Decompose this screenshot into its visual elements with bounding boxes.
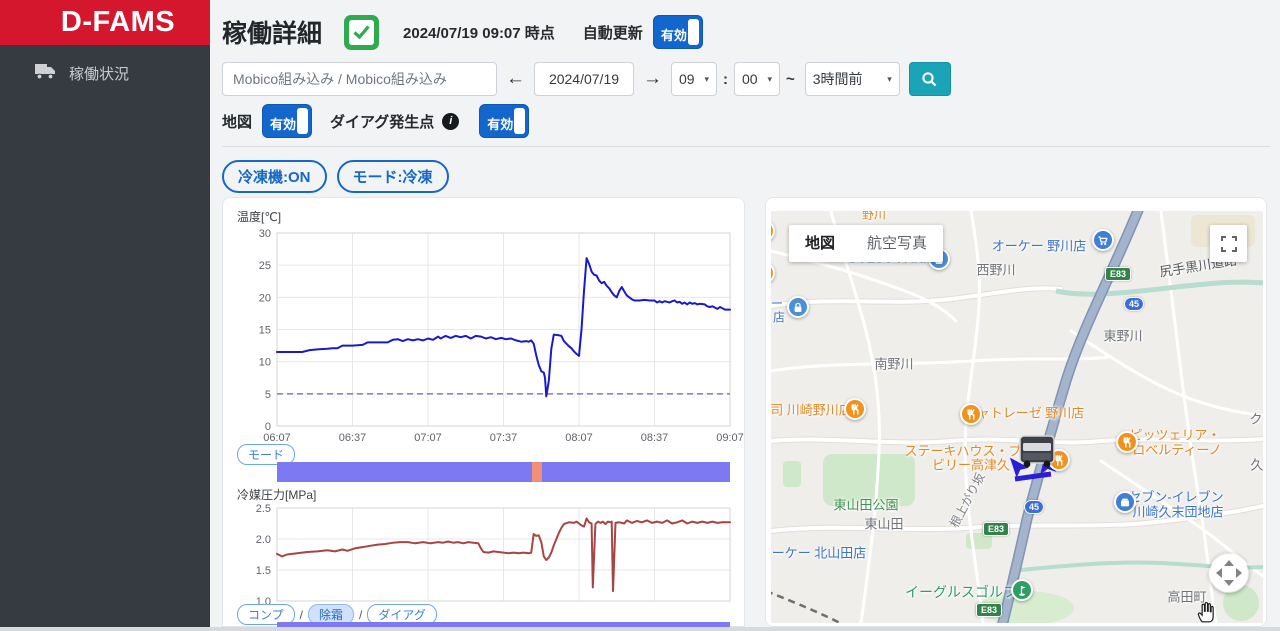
search-button[interactable]	[908, 62, 951, 96]
svg-text:08:07: 08:07	[565, 432, 593, 444]
svg-text:30: 30	[259, 228, 271, 240]
charts-panel: 温度[℃] 0 5 10 15 20 25 30 06:07 06:37 07:07 07:37 08…	[222, 197, 745, 627]
range-tilde: ~	[786, 70, 795, 88]
chevron-down-icon: ▾	[887, 73, 892, 84]
mode-band-segment	[532, 462, 542, 482]
map-pin-lock-icon[interactable]	[787, 296, 809, 318]
map-type-control: 地図 航空写真	[789, 225, 944, 262]
temperature-chart: 05101520253006:07 06:37 07:07 07:37 08:07 08:…	[259, 228, 744, 444]
svg-text:07:37: 07:37	[490, 432, 518, 444]
route-shield: 45	[1123, 297, 1145, 311]
vehicle-select-input[interactable]	[222, 62, 497, 96]
map-toggle-label: 地図	[222, 113, 253, 131]
status-badge-refrigerator: 冷凍機:ON	[222, 160, 327, 193]
vehicle-marker[interactable]	[1016, 434, 1058, 473]
app-logo: D-FAMS	[0, 0, 210, 45]
route-shield: E83	[982, 522, 1010, 536]
route-shield: E83	[1104, 267, 1132, 281]
map-pin-fork-icon[interactable]	[960, 403, 982, 425]
header-divider	[222, 146, 1270, 147]
map-toggle[interactable]: 有効	[262, 104, 313, 138]
page-title: 稼働詳細	[222, 20, 323, 48]
diag-points-label: ダイアグ発生点	[330, 113, 435, 131]
svg-text:2.5: 2.5	[256, 503, 271, 515]
sidebar-item-label: 稼働状況	[69, 66, 130, 83]
svg-text:15: 15	[259, 325, 271, 337]
window-bottom-edge	[0, 627, 1280, 631]
map-type-map-button[interactable]: 地図	[789, 225, 851, 262]
chevron-down-icon: ▾	[704, 73, 709, 84]
diag-points-toggle[interactable]: 有効	[479, 104, 530, 138]
time-range-select[interactable]: 3時間前 ▾	[804, 62, 900, 96]
mode-band	[277, 462, 730, 482]
hour-select[interactable]: 09 ▾	[671, 62, 717, 96]
map-pin-fork-icon[interactable]	[844, 398, 866, 420]
svg-text:08:37: 08:37	[641, 432, 669, 444]
minute-select[interactable]: 00 ▾	[734, 62, 780, 96]
map-roads-layer	[771, 211, 1263, 623]
date-input[interactable]	[534, 62, 634, 96]
auto-refresh-toggle[interactable]: 有効	[652, 15, 703, 49]
fullscreen-icon	[1220, 235, 1237, 252]
truck-marker-icon	[1019, 435, 1055, 468]
map-pin-store-icon[interactable]	[1114, 491, 1136, 513]
svg-text:20: 20	[259, 292, 271, 304]
display-options-row: 地図 有効 ダイアグ発生点 i 有効	[222, 104, 530, 138]
header-row: 稼働詳細 2024/07/19 09:07 時点 自動更新 有効	[222, 12, 703, 52]
data-timestamp: 2024/07/19 09:07 時点	[403, 24, 555, 42]
mode-band-segment	[277, 462, 533, 482]
pressure-chart: 1.01.52.02.5	[256, 503, 731, 606]
svg-text:1.5: 1.5	[256, 565, 271, 577]
svg-text:07:07: 07:07	[414, 432, 442, 444]
auto-refresh-label: 自動更新	[582, 24, 643, 42]
sidebar-item-operation-status[interactable]: 稼働状況	[0, 45, 210, 98]
svg-text:06:07: 06:07	[263, 432, 291, 444]
status-badge-mode: モード:冷凍	[336, 160, 449, 193]
mode-band-segment	[541, 462, 730, 482]
prev-day-arrow[interactable]: ←	[506, 68, 525, 90]
main-content: 稼働詳細 2024/07/19 09:07 時点 自動更新 有効 ← → 09▾…	[210, 0, 1280, 631]
sidebar: D-FAMS 稼働状況	[0, 0, 210, 627]
svg-text:10: 10	[259, 357, 271, 369]
map-pin-golf-icon[interactable]	[1011, 579, 1033, 601]
search-icon	[922, 71, 937, 86]
info-icon[interactable]: i	[442, 112, 460, 130]
svg-text:09:07: 09:07	[716, 432, 744, 444]
chevron-down-icon: ▾	[767, 73, 772, 84]
query-controls-row: ← → 09▾ : 00▾ ~ 3時間前▾	[222, 62, 951, 96]
fullscreen-button[interactable]	[1210, 225, 1247, 262]
next-day-arrow[interactable]: →	[643, 68, 662, 90]
route-shield: 45	[1023, 500, 1045, 514]
pan-arrows-icon	[1210, 554, 1248, 592]
map-type-satellite-button[interactable]: 航空写真	[851, 225, 943, 262]
truck-icon	[34, 63, 56, 84]
map-pin-cart-icon[interactable]	[1092, 229, 1114, 251]
map-panel: 地図 航空写真 オーケー 野川店 西野川 尻手黒川道路 東野川 南野川 司 川崎…	[765, 197, 1267, 627]
map-pin-fork-icon[interactable]	[1116, 431, 1138, 453]
pan-hand-cursor	[1195, 599, 1217, 623]
pan-control[interactable]	[1209, 553, 1249, 593]
route-shield: E83	[975, 603, 1003, 617]
status-check-icon	[344, 14, 380, 50]
map-canvas[interactable]: 地図 航空写真 オーケー 野川店 西野川 尻手黒川道路 東野川 南野川 司 川崎…	[771, 211, 1263, 623]
status-badges-row: 冷凍機:ON モード:冷凍	[222, 160, 449, 193]
svg-text:06:37: 06:37	[339, 432, 367, 444]
svg-text:5: 5	[265, 389, 271, 401]
time-colon: :	[723, 70, 728, 88]
svg-text:2.0: 2.0	[256, 534, 271, 546]
svg-text:25: 25	[259, 260, 271, 272]
